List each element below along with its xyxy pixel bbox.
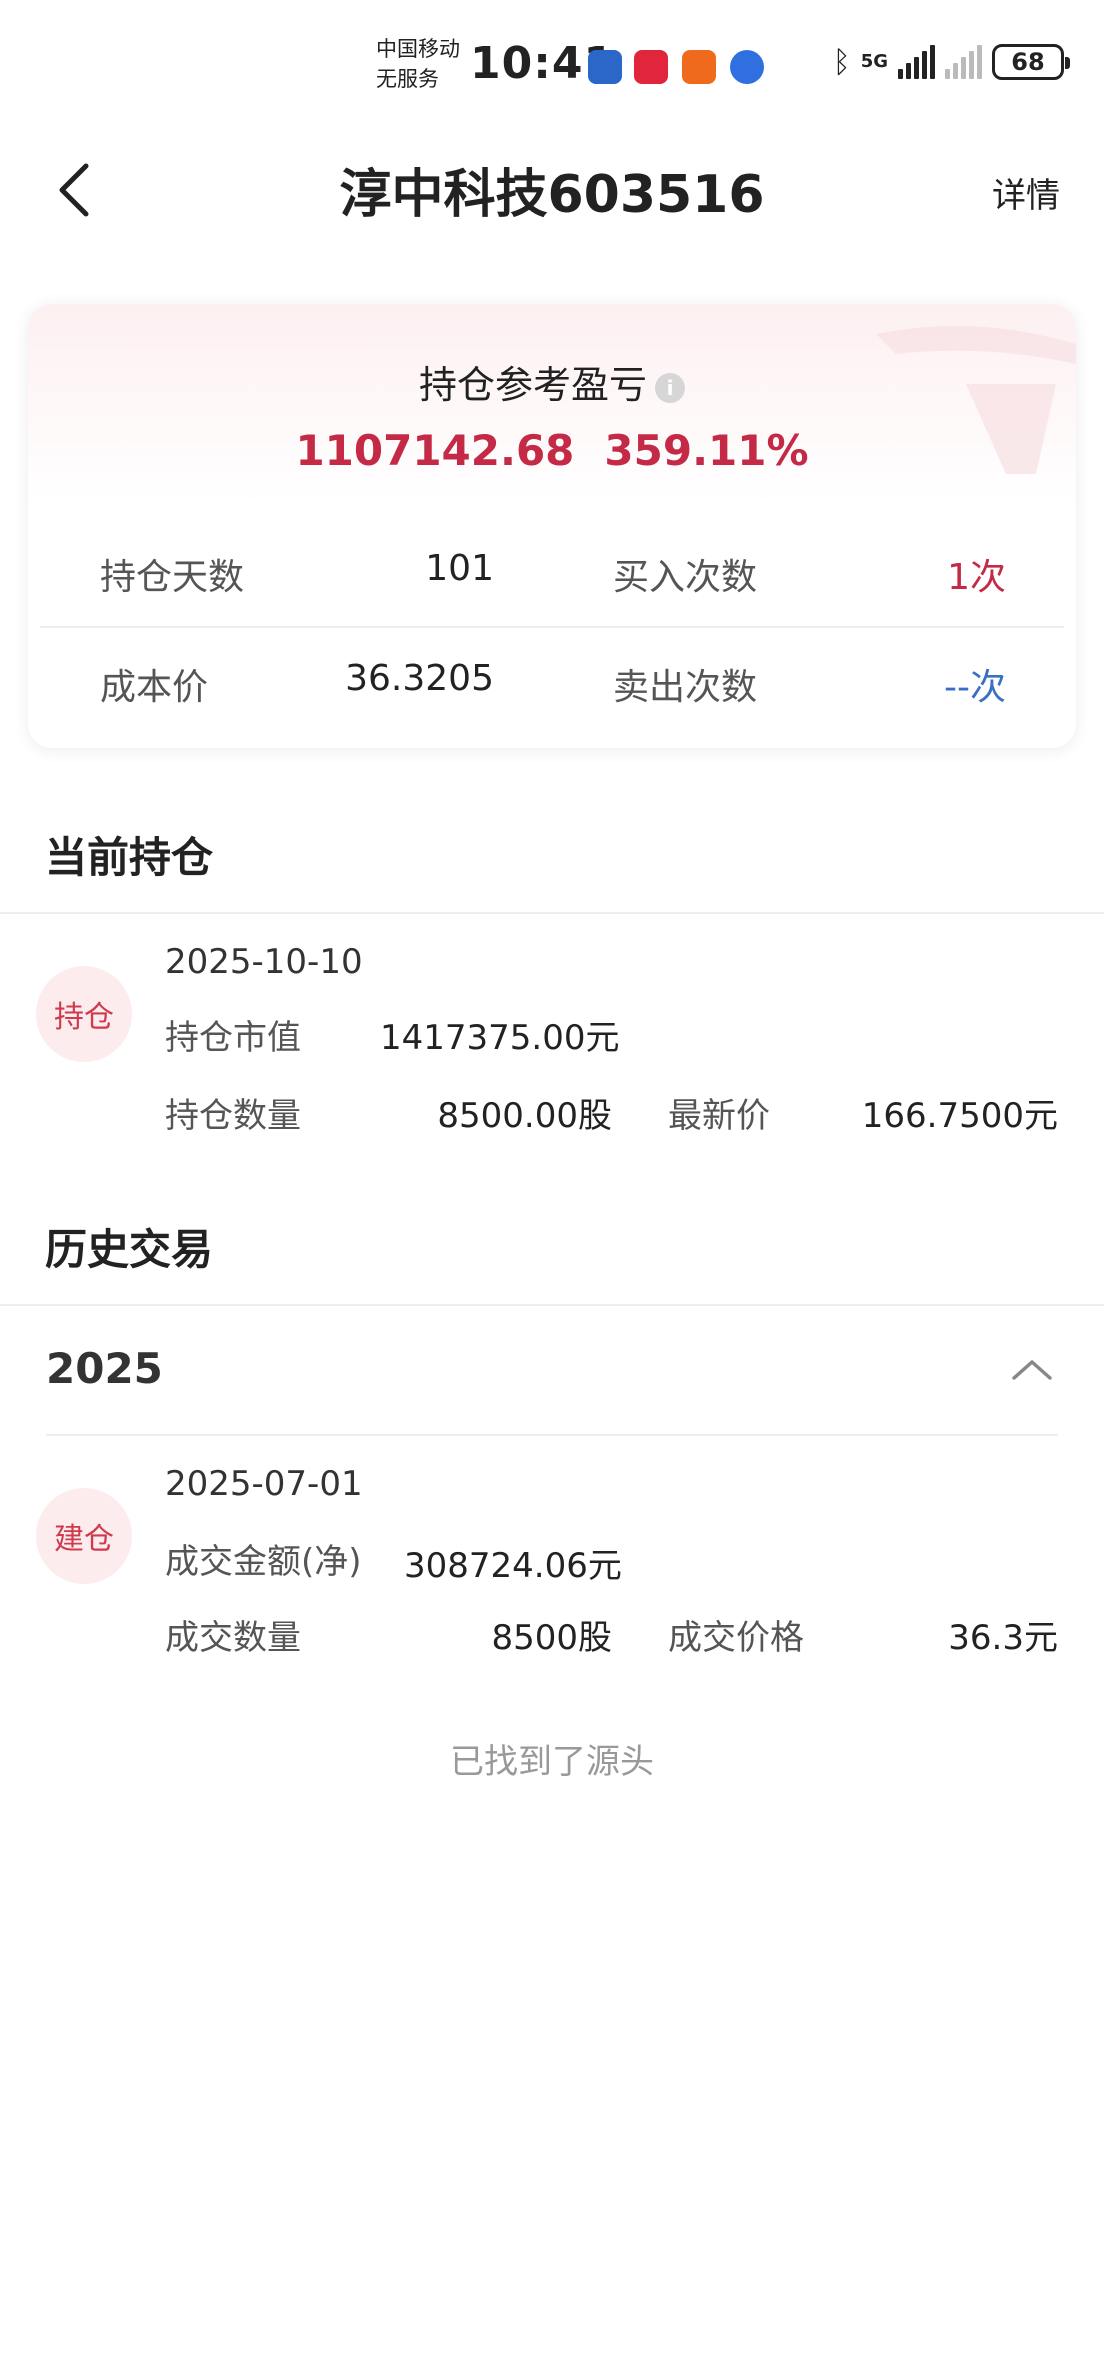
sell-count-label: 卖出次数 bbox=[613, 667, 758, 708]
nav-bar: 淳中科技603516 详情 bbox=[0, 130, 1104, 250]
bluetooth-icon: ᛒ bbox=[832, 44, 851, 80]
carrier-status: 无服务 bbox=[376, 67, 439, 91]
carrier-info: 中国移动 无服务 bbox=[376, 34, 460, 94]
buy-count-value: 1次 bbox=[947, 557, 1006, 598]
market-value: 1417375.00元 bbox=[380, 1018, 620, 1058]
holding-badge: 持仓 bbox=[36, 966, 132, 1062]
profit-percent: 359.11% bbox=[604, 426, 809, 475]
divider bbox=[40, 626, 1064, 628]
status-indicators: ᛒ 5G 68 bbox=[832, 44, 1070, 80]
end-of-list-text: 已找到了源头 bbox=[450, 1742, 654, 1782]
chevron-up-icon[interactable] bbox=[1008, 1354, 1056, 1384]
summary-row: 成本价 36.3205 卖出次数 --次 bbox=[28, 658, 1076, 738]
cost-price-label: 成本价 bbox=[100, 667, 209, 708]
detail-button[interactable]: 详情 bbox=[992, 168, 1060, 217]
divider bbox=[0, 912, 1104, 914]
cost-price-value: 36.3205 bbox=[345, 658, 494, 699]
trade-quantity-value: 8500股 bbox=[491, 1618, 612, 1658]
sell-count-value: --次 bbox=[944, 667, 1006, 708]
open-position-badge: 建仓 bbox=[36, 1488, 132, 1584]
carrier-name: 中国移动 bbox=[376, 37, 460, 61]
latest-price-label: 最新价 bbox=[668, 1096, 770, 1136]
signal-weak-icon bbox=[945, 45, 982, 79]
health-app-icon bbox=[634, 50, 668, 84]
trade-price-label: 成交价格 bbox=[668, 1618, 804, 1658]
history-title: 历史交易 bbox=[45, 1225, 214, 1274]
profit-label-row: 持仓参考盈亏 i bbox=[28, 354, 1076, 409]
latest-price-value: 166.7500元 bbox=[861, 1096, 1058, 1136]
quantity-value: 8500.00股 bbox=[437, 1096, 612, 1136]
trade-amount-label: 成交金额(净) bbox=[165, 1542, 362, 1582]
page-title: 淳中科技603516 bbox=[339, 165, 765, 225]
network-type: 5G bbox=[860, 51, 888, 72]
market-value-label: 持仓市值 bbox=[165, 1018, 301, 1058]
message-app-icon bbox=[588, 50, 622, 84]
trade-amount-value: 308724.06元 bbox=[404, 1546, 622, 1586]
browser-app-icon bbox=[730, 50, 764, 84]
current-position-title: 当前持仓 bbox=[45, 833, 214, 882]
trade-price-value: 36.3元 bbox=[948, 1618, 1058, 1658]
battery-icon: 68 bbox=[992, 44, 1070, 80]
holding-days-value: 101 bbox=[425, 548, 494, 589]
quantity-label: 持仓数量 bbox=[165, 1096, 301, 1136]
signal-icon bbox=[898, 45, 935, 79]
trade-quantity-label: 成交数量 bbox=[165, 1618, 301, 1658]
paper-plane-app-icon bbox=[682, 50, 716, 84]
status-bar: 中国移动 无服务 10:41 ᛒ 5G 68 bbox=[0, 0, 1104, 130]
divider bbox=[46, 1434, 1058, 1436]
trade-date: 2025-07-01 bbox=[165, 1464, 363, 1504]
summary-row: 持仓天数 101 买入次数 1次 bbox=[28, 548, 1076, 628]
profit-label: 持仓参考盈亏 bbox=[418, 363, 647, 407]
info-icon[interactable]: i bbox=[655, 372, 685, 403]
position-date: 2025-10-10 bbox=[165, 942, 363, 982]
year-label: 2025 bbox=[46, 1344, 163, 1393]
profit-values: 1107142.68 359.11% bbox=[28, 426, 1076, 475]
holding-days-label: 持仓天数 bbox=[100, 557, 245, 598]
battery-level: 68 bbox=[1011, 48, 1045, 76]
position-summary-card: 持仓参考盈亏 i 1107142.68 359.11% 持仓天数 101 买入次数 … bbox=[28, 304, 1076, 748]
divider bbox=[0, 1304, 1104, 1306]
profit-amount: 1107142.68 bbox=[295, 426, 575, 475]
buy-count-label: 买入次数 bbox=[613, 557, 758, 598]
